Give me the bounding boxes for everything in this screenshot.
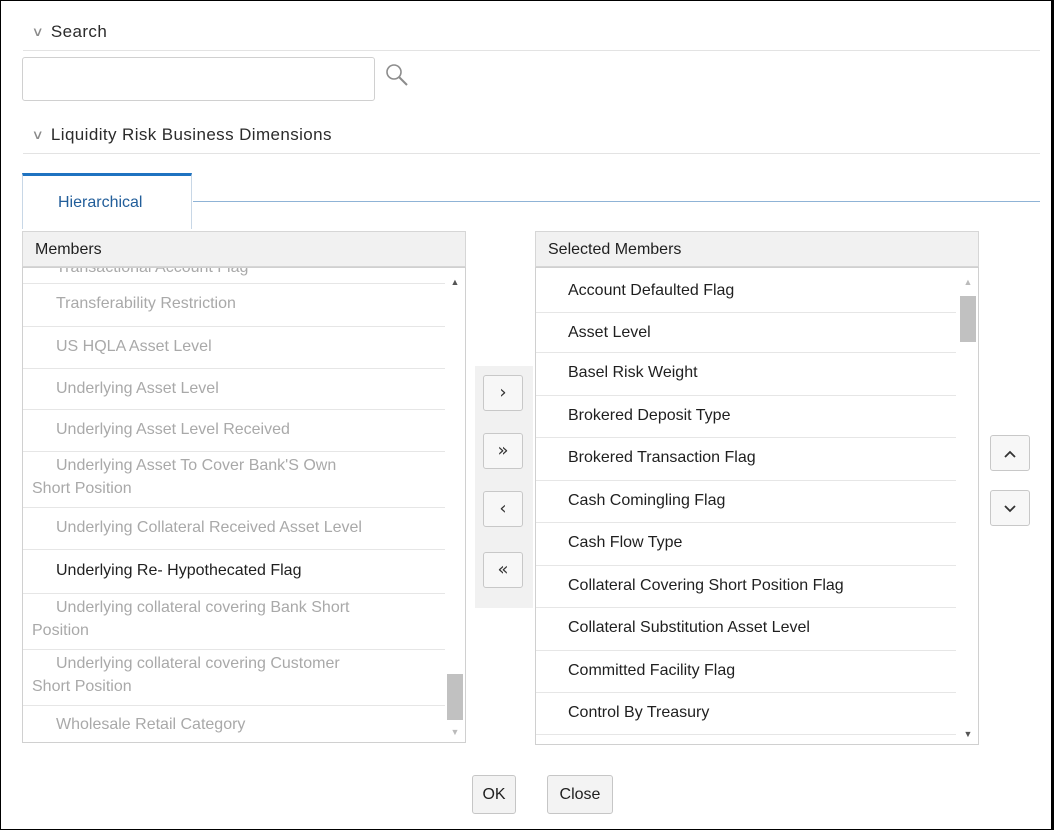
list-item-label: Underlying collateral covering Customer <box>56 655 340 672</box>
move-left-icon: ‹ <box>499 498 507 519</box>
remove-all-button[interactable]: « <box>483 552 523 588</box>
list-item[interactable]: Transactional Account Flag <box>23 267 445 284</box>
scroll-thumb[interactable] <box>960 296 976 342</box>
members-header-label: Members <box>35 241 102 258</box>
ok-button[interactable]: OK <box>472 775 516 814</box>
list-item[interactable]: Underlying collateral covering Customer … <box>23 650 445 706</box>
list-item[interactable]: Control By Treasury <box>536 693 956 735</box>
search-section-title: Search <box>50 22 108 41</box>
selected-scrollbar[interactable]: ▲ ▼ <box>958 268 978 744</box>
list-item[interactable]: Correspondent Banking Flag <box>536 735 956 744</box>
list-item-label: Transferability Restriction <box>56 295 236 312</box>
tab-strip-line <box>193 201 1040 202</box>
close-label: Close <box>559 786 601 803</box>
list-item[interactable]: Underlying Asset Level Received <box>23 410 445 452</box>
list-item-label: Short Position <box>32 480 132 497</box>
scroll-thumb[interactable] <box>447 674 463 720</box>
list-item[interactable]: Underlying Re- Hypothecated Flag <box>23 550 445 594</box>
tab-label: Hierarchical <box>58 194 143 211</box>
search-icon[interactable] <box>382 60 412 90</box>
list-item[interactable]: Cash Comingling Flag <box>536 481 956 523</box>
move-down-button[interactable] <box>990 490 1030 526</box>
list-item-label: Cash Comingling Flag <box>568 492 726 509</box>
selected-members-list[interactable]: Account Defaulted Flag Asset Level Basel R… <box>535 267 979 745</box>
scroll-up-arrow-icon[interactable]: ▲ <box>445 274 465 290</box>
chevron-down-icon <box>1004 505 1016 513</box>
list-item[interactable]: Underlying Collateral Received Asset Lev… <box>23 508 445 550</box>
list-item-label: Underlying collateral covering Bank Shor… <box>56 599 350 616</box>
list-item-label: Position <box>32 622 89 639</box>
list-item[interactable]: US HQLA Asset Level <box>23 327 445 369</box>
list-item-label: Underlying Asset To Cover Bank'S Own <box>56 457 337 474</box>
members-scrollbar[interactable]: ▲ ▼ <box>445 268 465 742</box>
chevron-up-icon <box>1004 450 1016 458</box>
list-item[interactable]: Basel Risk Weight <box>536 353 956 396</box>
list-item[interactable]: Cash Flow Type <box>536 523 956 566</box>
list-item[interactable]: Asset Level <box>536 313 956 353</box>
members-list[interactable]: Transactional Account Flag Transferabili… <box>22 267 466 743</box>
list-item[interactable]: Brokered Deposit Type <box>536 396 956 438</box>
list-item-label: Cash Flow Type <box>568 534 683 551</box>
tab-hierarchical[interactable]: Hierarchical <box>22 173 192 229</box>
chevron-down-icon: ∨ <box>31 24 45 39</box>
chevron-down-icon: ∨ <box>31 127 45 142</box>
dimensions-section-header[interactable]: ∨ Liquidity Risk Business Dimensions <box>31 125 332 145</box>
list-item-label: Brokered Transaction Flag <box>568 449 756 466</box>
list-item-label: Control By Treasury <box>568 704 710 721</box>
list-item-label: US HQLA Asset Level <box>56 338 212 355</box>
scroll-up-arrow-icon[interactable]: ▲ <box>958 274 978 290</box>
list-item-label: Wholesale Retail Category <box>56 716 246 733</box>
list-item[interactable]: Underlying Asset To Cover Bank'S Own Sho… <box>23 452 445 508</box>
list-item-label: Underlying Collateral Received Asset Lev… <box>56 519 362 536</box>
list-item[interactable]: Underlying collateral covering Bank Shor… <box>23 594 445 650</box>
members-header: Members <box>22 231 466 267</box>
list-item[interactable]: Collateral Substitution Asset Level <box>536 608 956 651</box>
list-item[interactable]: Brokered Transaction Flag <box>536 438 956 481</box>
list-item-label: Committed Facility Flag <box>568 662 736 679</box>
list-item-label: Transactional Account Flag <box>56 267 249 276</box>
search-input[interactable] <box>22 57 375 101</box>
divider <box>23 153 1040 154</box>
list-item-label: Asset Level <box>568 324 651 341</box>
list-item[interactable]: Underlying Asset Level <box>23 369 445 410</box>
list-item-label: Basel Risk Weight <box>568 364 698 381</box>
list-item-label: Underlying Asset Level <box>56 380 219 397</box>
list-item-label: Underlying Asset Level Received <box>56 421 290 438</box>
list-item-label: Collateral Substitution Asset Level <box>568 619 810 636</box>
selected-members-header-label: Selected Members <box>548 241 682 258</box>
scroll-down-arrow-icon[interactable]: ▼ <box>445 724 465 740</box>
list-item[interactable]: Account Defaulted Flag <box>536 268 956 313</box>
scroll-down-arrow-icon[interactable]: ▼ <box>958 726 978 742</box>
list-item-label: Short Position <box>32 678 132 695</box>
dimensions-section-title: Liquidity Risk Business Dimensions <box>50 125 332 144</box>
move-all-left-icon: « <box>497 559 509 580</box>
remove-button[interactable]: ‹ <box>483 491 523 527</box>
move-up-button[interactable] <box>990 435 1030 471</box>
list-item[interactable]: Wholesale Retail Category <box>23 706 445 742</box>
list-item-label: Underlying Re- Hypothecated Flag <box>56 562 302 579</box>
list-item[interactable]: Collateral Covering Short Position Flag <box>536 566 956 608</box>
list-item-label: Brokered Deposit Type <box>568 407 731 424</box>
move-button[interactable]: › <box>483 375 523 411</box>
close-button[interactable]: Close <box>547 775 613 814</box>
list-item[interactable]: Transferability Restriction <box>23 284 445 327</box>
ok-label: OK <box>482 786 506 803</box>
move-all-right-icon: » <box>497 440 509 461</box>
selected-members-header: Selected Members <box>535 231 979 267</box>
move-right-icon: › <box>499 382 507 403</box>
divider <box>23 50 1040 51</box>
search-section-header[interactable]: ∨ Search <box>31 22 108 42</box>
list-item-label: Account Defaulted Flag <box>568 282 735 299</box>
move-all-button[interactable]: » <box>483 433 523 469</box>
list-item[interactable]: Committed Facility Flag <box>536 651 956 693</box>
list-item-label: Collateral Covering Short Position Flag <box>568 577 844 594</box>
